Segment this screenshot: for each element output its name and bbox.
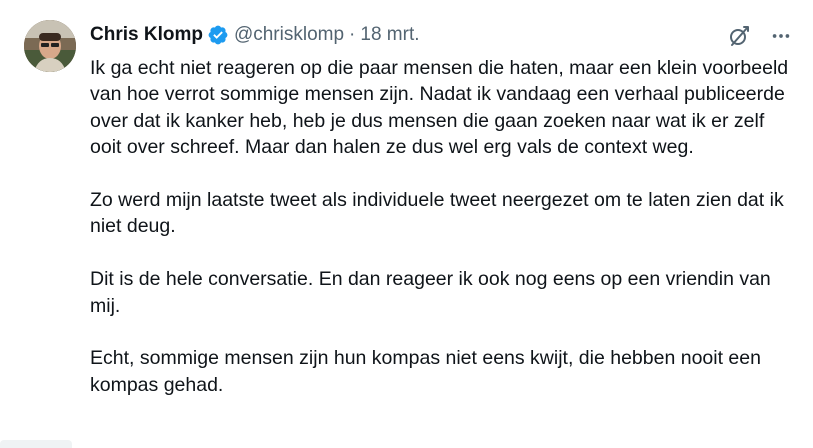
more-dots-icon[interactable] (767, 22, 795, 50)
grok-slash-icon[interactable] (725, 22, 753, 50)
media-preview-edge[interactable] (0, 440, 72, 448)
tweet-header: Chris Klomp @chrisklomp · 18 mrt. (90, 22, 420, 48)
avatar[interactable] (24, 20, 76, 72)
tweet-paragraph: Echt, sommige mensen zijn hun kompas nie… (90, 347, 761, 396)
tweet-date[interactable]: 18 mrt. (360, 24, 419, 46)
tweet-paragraph: Dit is de hele conversatie. En dan reage… (90, 268, 771, 317)
tweet-paragraph: Ik ga echt niet reageren op die paar men… (90, 57, 789, 159)
separator-dot: · (349, 24, 356, 45)
avatar-photo (24, 20, 76, 72)
author-name[interactable]: Chris Klomp (90, 24, 203, 46)
tweet-paragraph: Zo werd mijn laatste tweet als individue… (90, 189, 784, 238)
tweet: Chris Klomp @chrisklomp · 18 mrt. Ik ga … (0, 0, 813, 448)
tweet-text: Ik ga echt niet reageren op die paar men… (90, 55, 790, 398)
tweet-actions-top (711, 22, 795, 50)
verified-badge-icon[interactable] (207, 24, 229, 46)
author-handle[interactable]: @chrisklomp (234, 24, 344, 46)
